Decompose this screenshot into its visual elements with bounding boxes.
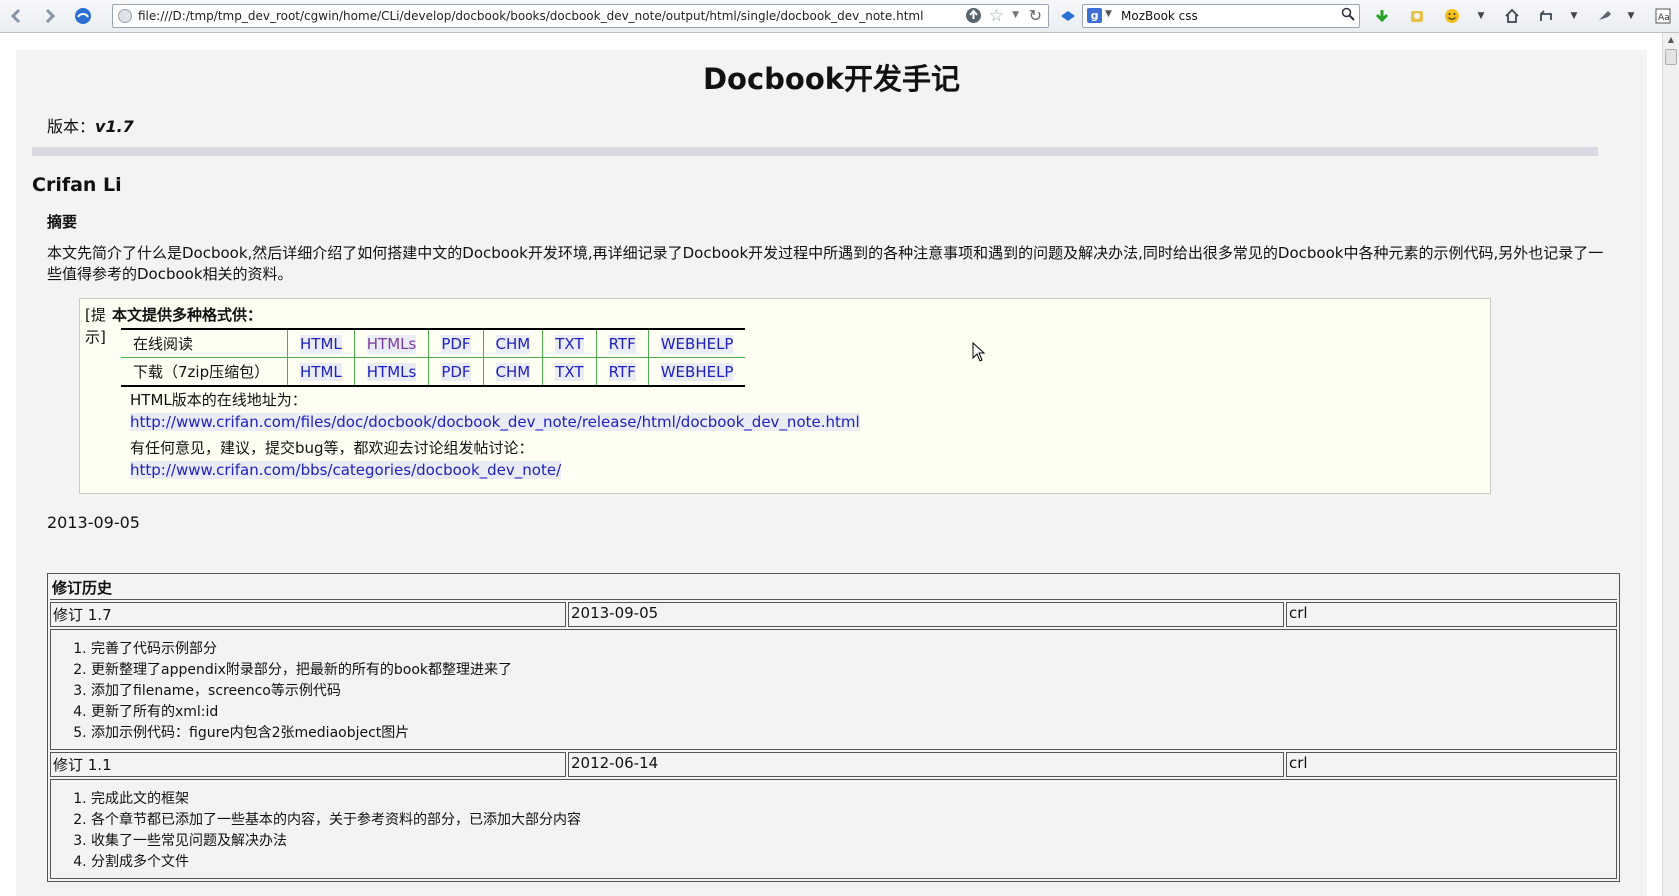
list-item: 添加示例代码：figure内包含2张mediaobject图片 [91,723,1614,744]
version-value: v1.7 [95,117,134,136]
address-bar[interactable]: file:///D:/tmp/tmp_dev_root/cgwin/home/C… [112,4,1049,28]
download-txt-link[interactable]: TXT [555,362,584,381]
feedback-url-link[interactable]: http://www.crifan.com/bbs/categories/doc… [130,461,562,479]
tip-heading: 本文提供多种格式供： [112,306,263,324]
reload-icon[interactable]: ↻ [1029,6,1042,25]
magnifier-icon[interactable] [1341,7,1355,25]
revision-author: crl [1286,602,1617,627]
go-icon[interactable] [965,7,982,28]
page-content: Docbook开发手记 版本：v1.7 Crifan Li 摘要 本文先简介了什… [16,50,1647,896]
list-item: 各个章节都已添加了一些基本的内容，关于参考资料的部分，已添加大部分内容 [91,810,1614,831]
download-webhelp-link[interactable]: WEBHELP [660,362,734,381]
revision-author: crl [1286,752,1617,777]
table-row: 下载（7zip压缩包） HTML HTMLs PDF CHM TXT RTF W… [121,357,746,386]
table-row: 修订 1.7 2013-09-05 crl [50,602,1617,627]
abstract-text: 本文先简介了什么是Docbook,然后详细介绍了如何搭建中文的Docbook开发… [47,244,1604,283]
smiley-icon[interactable] [1441,5,1463,27]
online-htmls-link[interactable]: HTMLs [366,334,417,353]
revision-date: 2013-09-05 [568,602,1284,627]
feedback-label: 有任何意见，建议，提交bug等，都欢迎去讨论组发帖讨论： [130,439,534,457]
online-txt-link[interactable]: TXT [555,334,584,353]
list-item: 收集了一些常见问题及解决办法 [91,831,1614,852]
search-bar[interactable]: g ▼ MozBook css [1082,4,1360,28]
abstract-title: 摘要 [47,213,78,231]
bookmark-star-icon[interactable]: ☆ [989,6,1004,26]
forward-icon[interactable] [38,5,60,27]
site-identity-icon[interactable] [118,9,132,23]
revision-number: 修订 1.1 [50,752,566,777]
browser-toolbar: file:///D:/tmp/tmp_dev_root/cgwin/home/C… [0,0,1679,33]
scroll-thumb[interactable] [1665,49,1677,65]
undo-dropdown-icon[interactable]: ▼ [1563,5,1585,27]
download-pdf-link[interactable]: PDF [441,362,471,381]
download-html-link[interactable]: HTML [300,362,342,381]
tools-icon[interactable] [1594,5,1616,27]
list-item: 完善了代码示例部分 [91,639,1614,660]
tip-label: [提示] [85,306,106,346]
tools-dropdown-icon[interactable]: ▼ [1620,5,1642,27]
version-line: 版本：v1.7 [47,113,134,137]
download-htmls-link[interactable]: HTMLs [366,362,417,381]
search-engine-icon[interactable]: g [1087,8,1102,23]
engine-dropdown-icon[interactable]: ▼ [1105,9,1112,19]
online-webhelp-link[interactable]: WEBHELP [660,334,734,353]
table-row: 完善了代码示例部分 更新整理了appendix附录部分，把最新的所有的book都… [50,629,1617,750]
online-url-link[interactable]: http://www.crifan.com/files/doc/docbook/… [130,413,860,431]
page-title: Docbook开发手记 [702,62,961,96]
list-item: 更新整理了appendix附录部分，把最新的所有的book都整理进来了 [91,660,1614,681]
revision-notes: 完善了代码示例部分 更新整理了appendix附录部分，把最新的所有的book都… [50,629,1617,750]
divider [32,147,1598,156]
url-text[interactable]: file:///D:/tmp/tmp_dev_root/cgwin/home/C… [138,9,923,23]
list-item: 完成此文的框架 [91,789,1614,810]
ime-icon[interactable]: Aa [1652,5,1674,27]
list-item: 分割成多个文件 [91,852,1614,873]
svg-text:Aa: Aa [1658,13,1670,23]
back-icon[interactable] [6,5,28,27]
download-icon[interactable] [1371,5,1393,27]
mouse-cursor-icon [972,342,986,362]
revision-history-title: 修订历史 [50,576,1617,600]
undo-icon[interactable] [1536,5,1558,27]
revision-notes: 完成此文的框架 各个章节都已添加了一些基本的内容，关于参考资料的部分，已添加大部… [50,779,1617,879]
version-label: 版本： [47,117,96,136]
list-item: 添加了filename，screenco等示例代码 [91,681,1614,702]
online-html-link[interactable]: HTML [300,334,342,353]
persona-icon[interactable] [72,5,94,27]
scroll-up-arrow-icon[interactable]: ▲ [1666,35,1676,45]
revision-date: 2012-06-14 [568,752,1284,777]
download-chm-link[interactable]: CHM [495,362,531,381]
author-name: Crifan Li [32,174,122,196]
row-label: 在线阅读 [121,329,288,358]
bookmark-icon[interactable] [1057,5,1079,27]
download-rtf-link[interactable]: RTF [608,362,636,381]
vertical-scrollbar[interactable]: ▲ [1662,33,1679,896]
online-chm-link[interactable]: CHM [495,334,531,353]
online-pdf-link[interactable]: PDF [441,334,471,353]
table-row: 在线阅读 HTML HTMLs PDF CHM TXT RTF WEBHELP [121,329,746,358]
online-rtf-link[interactable]: RTF [608,334,636,353]
smiley-dropdown-icon[interactable]: ▼ [1470,5,1492,27]
dropdown-icon[interactable]: ▼ [1012,10,1019,20]
table-row: 完成此文的框架 各个章节都已添加了一些基本的内容，关于参考资料的部分，已添加大部… [50,779,1617,879]
tip-box: [提示] 本文提供多种格式供： 在线阅读 HTML HTMLs PDF CHM … [79,298,1491,494]
revision-history-table: 修订历史 修订 1.7 2013-09-05 crl 完善了代码示例部分 更新整… [47,573,1620,882]
list-item: 更新了所有的xml:id [91,702,1614,723]
row-label: 下载（7zip压缩包） [121,357,288,386]
addon-icon[interactable] [1406,5,1428,27]
table-row: 修订 1.1 2012-06-14 crl [50,752,1617,777]
search-text[interactable]: MozBook css [1121,9,1198,23]
home-icon[interactable] [1501,5,1523,27]
online-url-label: HTML版本的在线地址为： [130,391,307,409]
formats-table: 在线阅读 HTML HTMLs PDF CHM TXT RTF WEBHELP … [121,328,746,387]
publish-date: 2013-09-05 [47,513,140,532]
revision-number: 修订 1.7 [50,602,566,627]
